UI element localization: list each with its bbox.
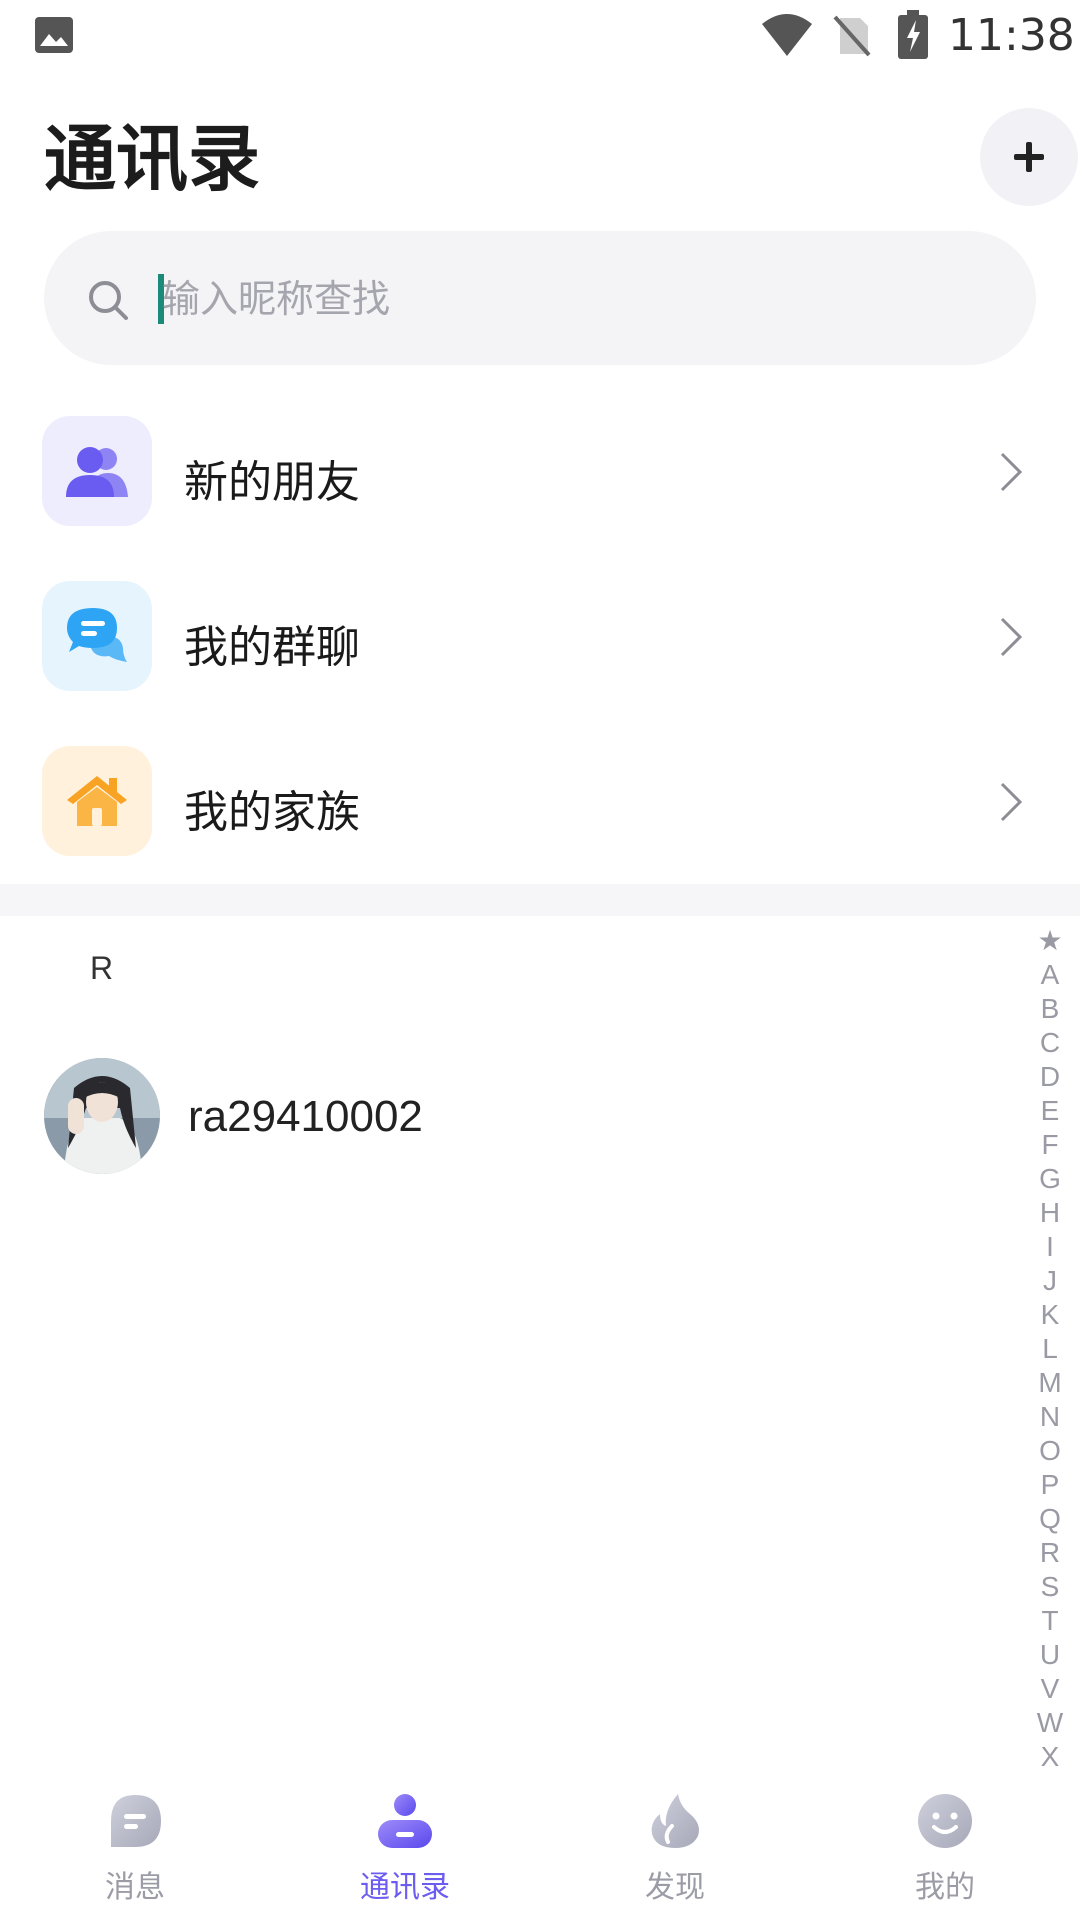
index-letter[interactable]: B: [1030, 992, 1070, 1026]
wifi-icon: [762, 14, 812, 56]
index-letter[interactable]: U: [1030, 1638, 1070, 1672]
index-letter[interactable]: ★: [1030, 924, 1070, 958]
plus-icon: [1014, 142, 1044, 172]
menu-item-my-family[interactable]: 我的家族: [0, 746, 1080, 876]
search-icon: [89, 281, 128, 320]
nav-label-contacts: 通讯录: [360, 1870, 450, 1905]
contact-row[interactable]: ra29410002: [0, 1058, 1000, 1178]
contacts-person-icon: [378, 1794, 432, 1848]
index-letter[interactable]: P: [1030, 1468, 1070, 1502]
menu-label-my-groups: 我的群聊: [184, 622, 360, 673]
nav-label-messages: 消息: [105, 1870, 165, 1905]
no-sim-icon: [833, 15, 871, 57]
chevron-right-icon: [1000, 782, 1023, 822]
index-letter[interactable]: J: [1030, 1264, 1070, 1298]
flame-icon: [651, 1794, 699, 1848]
index-letter[interactable]: Q: [1030, 1502, 1070, 1536]
index-letter[interactable]: M: [1030, 1366, 1070, 1400]
status-time: 11:38: [948, 10, 1075, 61]
index-letter[interactable]: C: [1030, 1026, 1070, 1060]
add-button[interactable]: [980, 108, 1078, 206]
index-letter[interactable]: R: [1030, 1536, 1070, 1570]
section-header-letter: R: [90, 950, 114, 986]
page-title: 通讯录: [44, 117, 261, 201]
nav-tab-messages[interactable]: 消息: [0, 1780, 270, 1920]
status-bar: 11:38: [0, 0, 1080, 74]
house-icon: [67, 776, 127, 826]
bottom-nav: 消息 通讯录 发现 我的: [0, 1780, 1080, 1920]
index-letter[interactable]: G: [1030, 1162, 1070, 1196]
image-notification-icon: [35, 17, 73, 53]
section-divider: [0, 884, 1080, 916]
menu-label-my-family: 我的家族: [184, 787, 360, 838]
menu-item-my-groups[interactable]: 我的群聊: [0, 581, 1080, 711]
menu-item-new-friends[interactable]: 新的朋友: [0, 416, 1080, 546]
message-icon: [111, 1795, 161, 1847]
nav-tab-me[interactable]: 我的: [810, 1780, 1080, 1920]
index-letter[interactable]: W: [1030, 1706, 1070, 1740]
new-friends-icon-tile: [42, 416, 152, 526]
index-letter[interactable]: V: [1030, 1672, 1070, 1706]
index-letter[interactable]: X: [1030, 1740, 1070, 1774]
index-letter[interactable]: T: [1030, 1604, 1070, 1638]
menu-label-new-friends: 新的朋友: [184, 457, 360, 508]
contact-name: ra29410002: [188, 1092, 423, 1141]
chat-bubbles-icon: [67, 608, 127, 662]
index-letter[interactable]: H: [1030, 1196, 1070, 1230]
chevron-right-icon: [1000, 452, 1023, 492]
index-letter[interactable]: S: [1030, 1570, 1070, 1604]
nav-label-discover: 发现: [645, 1870, 705, 1905]
contacts-screen: 11:38 通讯录 新的朋友: [0, 0, 1080, 1920]
index-letter[interactable]: A: [1030, 958, 1070, 992]
alphabet-index-bar[interactable]: ★ A B C D E F G H I J K L M N O P Q R S T U V W X: [1030, 924, 1070, 1774]
index-letter[interactable]: O: [1030, 1434, 1070, 1468]
battery-charging-icon: [898, 10, 928, 59]
index-letter[interactable]: L: [1030, 1332, 1070, 1366]
my-groups-icon-tile: [42, 581, 152, 691]
index-letter[interactable]: K: [1030, 1298, 1070, 1332]
nav-tab-contacts[interactable]: 通讯录: [270, 1780, 540, 1920]
smiley-icon: [918, 1794, 972, 1848]
index-letter[interactable]: N: [1030, 1400, 1070, 1434]
nav-tab-discover[interactable]: 发现: [540, 1780, 810, 1920]
users-icon: [66, 447, 128, 497]
index-letter[interactable]: F: [1030, 1128, 1070, 1162]
search-input[interactable]: [162, 270, 862, 328]
index-letter[interactable]: I: [1030, 1230, 1070, 1264]
index-letter[interactable]: D: [1030, 1060, 1070, 1094]
nav-label-me: 我的: [915, 1870, 975, 1905]
my-family-icon-tile: [42, 746, 152, 856]
index-letter[interactable]: E: [1030, 1094, 1070, 1128]
chevron-right-icon: [1000, 617, 1023, 657]
avatar: [44, 1058, 160, 1174]
